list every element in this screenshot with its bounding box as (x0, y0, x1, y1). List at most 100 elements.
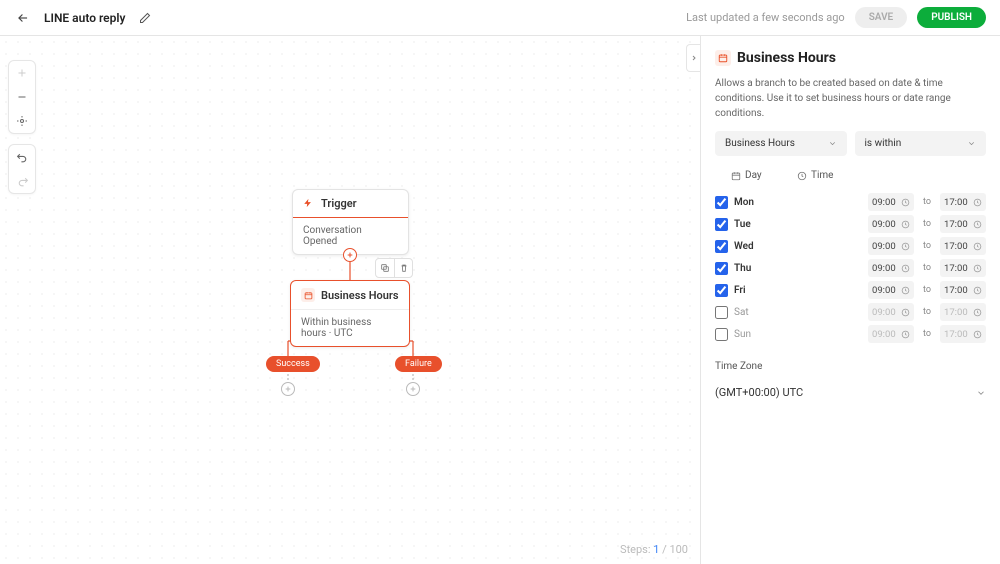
clock-icon (797, 171, 807, 181)
failure-branch-label[interactable]: Failure (395, 356, 442, 372)
redo-button[interactable] (9, 169, 35, 193)
steps-prefix: Steps: (620, 543, 650, 556)
condition-dropdown-value: is within (865, 138, 902, 149)
day-checkbox-tue[interactable] (715, 218, 728, 231)
timezone-value: (GMT+00:00) UTC (715, 386, 803, 399)
time-column-header: Time (797, 170, 833, 181)
zoom-out-button[interactable] (9, 85, 35, 109)
business-hours-node-body: Within business hours · UTC (291, 310, 409, 346)
app-header: LINE auto reply Last updated a few secon… (0, 0, 1000, 36)
node-actions (375, 258, 413, 278)
day-label-thu: Thu (734, 263, 766, 274)
calendar-icon (731, 171, 741, 181)
to-label: to (920, 219, 934, 229)
add-step-button[interactable] (343, 248, 357, 262)
add-success-step-button[interactable] (281, 382, 295, 396)
start-time-mon[interactable]: 09:00 (868, 193, 914, 211)
calendar-icon (715, 50, 731, 66)
trigger-node[interactable]: Trigger Conversation Opened (292, 189, 409, 255)
business-hours-node-title: Business Hours (321, 289, 399, 302)
steps-total: / 100 (662, 543, 688, 556)
zoom-group (8, 60, 36, 134)
start-time-sat: 09:00 (868, 303, 914, 321)
chevron-down-icon (967, 139, 976, 148)
panel-title: Business Hours (715, 50, 986, 66)
start-time-thu[interactable]: 09:00 (868, 259, 914, 277)
schedule-row-wed: Wed 09:00 to 17:00 (715, 235, 986, 257)
end-time-mon[interactable]: 17:00 (940, 193, 986, 211)
schedule-row-fri: Fri09:00to17:00 (715, 279, 986, 301)
condition-dropdown[interactable]: is within (855, 131, 987, 156)
start-time-tue[interactable]: 09:00 (868, 215, 914, 233)
header-right: Last updated a few seconds ago SAVE PUBL… (686, 7, 986, 28)
zoom-in-button[interactable] (9, 61, 35, 85)
type-dropdown-value: Business Hours (725, 138, 795, 149)
business-hours-node[interactable]: Business Hours Within business hours · U… (290, 280, 410, 347)
schedule-row-mon: Mon 09:00 to 17:00 (715, 191, 986, 213)
time-header-label: Time (811, 170, 833, 181)
type-dropdown[interactable]: Business Hours (715, 131, 847, 156)
success-branch-label[interactable]: Success (266, 356, 320, 372)
schedule-rows: Mon 09:00 to 17:00 Tue 09:00 to 17:00 Wed 09:00 to… (715, 191, 986, 345)
day-header-label: Day (745, 170, 762, 181)
canvas-toolbar (8, 60, 36, 194)
end-time-fri[interactable]: 17:00 (940, 281, 986, 299)
day-label-mon: Mon (734, 197, 766, 208)
steps-counter: Steps: 1 / 100 (620, 543, 688, 556)
end-time-sun: 17:00 (940, 325, 986, 343)
day-checkbox-sat[interactable] (715, 306, 728, 319)
main: Trigger Conversation Opened (0, 36, 1000, 564)
to-label: to (920, 285, 934, 295)
to-label: to (920, 241, 934, 251)
business-hours-node-header: Business Hours (291, 281, 409, 309)
end-time-sat: 17:00 (940, 303, 986, 321)
header-left: LINE auto reply (14, 9, 153, 27)
copy-node-button[interactable] (376, 259, 394, 277)
to-label: to (920, 329, 934, 339)
timezone-label: Time Zone (715, 361, 986, 372)
schedule-row-thu: Thu09:00to17:00 (715, 257, 986, 279)
last-updated-text: Last updated a few seconds ago (686, 11, 845, 24)
to-label: to (920, 197, 934, 207)
day-label-tue: Tue (734, 219, 766, 230)
config-panel: Business Hours Allows a branch to be cre… (700, 36, 1000, 564)
delete-node-button[interactable] (394, 259, 412, 277)
chevron-down-icon (976, 388, 986, 398)
history-group (8, 144, 36, 194)
schedule-header: Day Time (715, 170, 986, 181)
publish-button[interactable]: PUBLISH (917, 7, 986, 28)
to-label: to (920, 307, 934, 317)
save-button: SAVE (855, 7, 908, 28)
day-checkbox-sun[interactable] (715, 328, 728, 341)
day-checkbox-thu[interactable] (715, 262, 728, 275)
workflow-canvas[interactable]: Trigger Conversation Opened (0, 36, 700, 564)
panel-collapse-button[interactable] (686, 44, 700, 72)
day-checkbox-fri[interactable] (715, 284, 728, 297)
day-column-header: Day (731, 170, 791, 181)
schedule-row-tue: Tue 09:00 to 17:00 (715, 213, 986, 235)
edit-title-button[interactable] (137, 10, 153, 26)
workflow-title: LINE auto reply (44, 11, 125, 25)
fit-view-button[interactable] (9, 109, 35, 133)
day-checkbox-wed[interactable] (715, 240, 728, 253)
start-time-sun: 09:00 (868, 325, 914, 343)
schedule-row-sun: Sun 09:00 to 17:00 (715, 323, 986, 345)
back-button[interactable] (14, 9, 32, 27)
schedule-row-sat: Sat09:00to17:00 (715, 301, 986, 323)
start-time-wed[interactable]: 09:00 (868, 237, 914, 255)
start-time-fri[interactable]: 09:00 (868, 281, 914, 299)
day-checkbox-mon[interactable] (715, 196, 728, 209)
bolt-icon (303, 198, 315, 210)
timezone-select[interactable]: (GMT+00:00) UTC (715, 382, 986, 403)
day-label-wed: Wed (734, 241, 766, 252)
steps-current: 1 (653, 543, 659, 556)
day-label-sun: Sun (734, 329, 766, 340)
trigger-node-title: Trigger (321, 197, 357, 210)
trigger-node-header: Trigger (293, 190, 408, 217)
end-time-wed[interactable]: 17:00 (940, 237, 986, 255)
add-failure-step-button[interactable] (406, 382, 420, 396)
end-time-thu[interactable]: 17:00 (940, 259, 986, 277)
end-time-tue[interactable]: 17:00 (940, 215, 986, 233)
chevron-down-icon (828, 139, 837, 148)
undo-button[interactable] (9, 145, 35, 169)
